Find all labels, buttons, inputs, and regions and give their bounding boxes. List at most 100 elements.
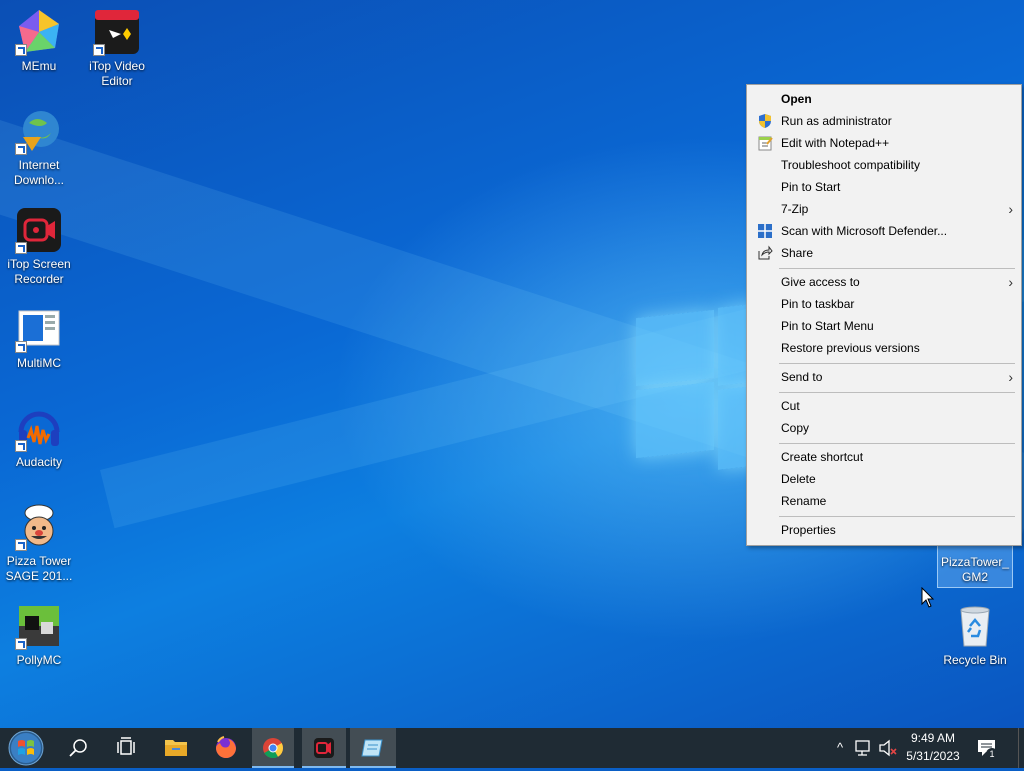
desktop-icon-label: iTop Screen Recorder xyxy=(7,257,71,286)
menu-item-create-shortcut[interactable]: Create shortcut xyxy=(749,446,1019,468)
menu-item-label: Create shortcut xyxy=(781,450,864,464)
menu-item-label: Properties xyxy=(781,523,836,537)
menu-item-restore-previous-versions[interactable]: Restore previous versions xyxy=(749,337,1019,359)
menu-item-label: Rename xyxy=(781,494,827,508)
menu-item-label: Send to xyxy=(781,370,823,384)
menu-item-share[interactable]: Share xyxy=(749,242,1019,264)
submenu-arrow-icon: › xyxy=(1008,369,1013,385)
desktop-icon-itop-video-editor[interactable]: iTop Video Editor xyxy=(82,8,152,89)
menu-item-label: Pin to taskbar xyxy=(781,297,855,311)
windows-start-orb-icon xyxy=(8,730,44,766)
notepad-plus-plus-icon xyxy=(758,136,773,151)
desktop-icon-pizza-tower-sage[interactable]: Pizza Tower SAGE 201... xyxy=(4,503,74,584)
menu-item-troubleshoot-compatibility[interactable]: Troubleshoot compatibility xyxy=(749,154,1019,176)
menu-separator xyxy=(779,363,1015,364)
search-icon xyxy=(69,739,87,757)
taskbar-itop-screen-recorder[interactable] xyxy=(302,728,346,768)
menu-item-send-to[interactable]: Send to › xyxy=(749,366,1019,388)
menu-item-7zip[interactable]: 7-Zip › xyxy=(749,198,1019,220)
menu-item-label: Restore previous versions xyxy=(781,341,920,355)
desktop-icon-audacity[interactable]: Audacity xyxy=(4,404,74,470)
chevron-up-icon: ^ xyxy=(836,740,844,755)
action-center-button[interactable]: 1 xyxy=(972,728,1002,768)
tray-network[interactable] xyxy=(852,728,874,768)
desktop-icon-label: PizzaTower_GM2 xyxy=(940,555,1010,584)
menu-item-edit-with-notepad[interactable]: Edit with Notepad++ xyxy=(749,132,1019,154)
multimc-icon xyxy=(15,305,63,353)
desktop-icon-label: PollyMC xyxy=(16,653,62,667)
pollymc-icon xyxy=(15,602,63,650)
menu-item-label: Pin to Start Menu xyxy=(781,319,874,333)
chrome-icon xyxy=(263,738,284,759)
desktop-icon-label: iTop Video Editor xyxy=(89,59,145,88)
menu-item-label: Cut xyxy=(781,399,800,413)
desktop-icon-label: Audacity xyxy=(15,455,63,469)
taskbar-firefox[interactable] xyxy=(204,728,248,768)
share-icon xyxy=(758,245,773,260)
menu-item-label: Give access to xyxy=(781,275,860,289)
menu-item-rename[interactable]: Rename xyxy=(749,490,1019,512)
taskbar-app[interactable] xyxy=(350,728,396,768)
shield-icon xyxy=(759,114,771,128)
recycle-bin-icon xyxy=(951,602,999,650)
desktop-icon-itop-screen-recorder[interactable]: iTop Screen Recorder xyxy=(4,206,74,287)
taskbar: ^ 9:49 AM 5/31/2023 1 xyxy=(0,728,1024,768)
menu-item-pin-to-start[interactable]: Pin to Start xyxy=(749,176,1019,198)
desktop-icon-pizzatower-gm2-selected[interactable]: PizzaTower_GM2 xyxy=(937,540,1013,588)
menu-item-scan-with-defender[interactable]: Scan with Microsoft Defender... xyxy=(749,220,1019,242)
notification-icon xyxy=(978,740,995,756)
desktop-icon-memu[interactable]: MEmu xyxy=(4,8,74,74)
task-view-button[interactable] xyxy=(104,728,148,768)
context-menu: Open Run as administrator Edit with Note… xyxy=(746,84,1022,546)
menu-separator xyxy=(779,443,1015,444)
start-button[interactable] xyxy=(0,728,52,768)
desktop-icon-label: MultiMC xyxy=(17,356,61,370)
menu-item-pin-to-start-menu[interactable]: Pin to Start Menu xyxy=(749,315,1019,337)
desktop-icon-label: Internet Downlo... xyxy=(13,158,65,187)
menu-item-label: Share xyxy=(781,246,814,260)
menu-item-label: Open xyxy=(781,92,812,106)
menu-item-properties[interactable]: Properties xyxy=(749,519,1019,541)
itop-screen-recorder-icon xyxy=(314,738,334,758)
show-desktop-button[interactable] xyxy=(1018,728,1024,768)
menu-item-give-access-to[interactable]: Give access to › xyxy=(749,271,1019,293)
desktop-icon-label: Recycle Bin xyxy=(943,653,1007,667)
menu-item-label: 7-Zip xyxy=(781,202,809,216)
itop-video-editor-icon xyxy=(93,8,141,56)
desktop-icon-multimc[interactable]: MultiMC xyxy=(4,305,74,371)
desktop-icon-internet-download-manager[interactable]: Internet Downlo... xyxy=(4,107,74,188)
menu-item-pin-to-taskbar[interactable]: Pin to taskbar xyxy=(749,293,1019,315)
search-button[interactable] xyxy=(56,728,100,768)
pizza-chef-icon xyxy=(15,503,63,551)
volume-muted-icon xyxy=(879,739,897,757)
menu-item-delete[interactable]: Delete xyxy=(749,468,1019,490)
taskbar-file-explorer[interactable] xyxy=(154,728,198,768)
taskbar-chrome[interactable] xyxy=(252,728,294,768)
desktop-icon-recycle-bin[interactable]: Recycle Bin xyxy=(940,602,1010,668)
menu-item-label: Pin to Start xyxy=(781,180,841,194)
tray-overflow-button[interactable]: ^ xyxy=(832,728,848,768)
menu-item-label: Scan with Microsoft Defender... xyxy=(781,224,948,238)
network-icon xyxy=(855,740,870,756)
submenu-arrow-icon: › xyxy=(1008,201,1013,217)
tray-volume[interactable] xyxy=(876,728,900,768)
submenu-arrow-icon: › xyxy=(1008,274,1013,290)
audacity-headphones-icon xyxy=(15,404,63,452)
folder-icon xyxy=(165,740,187,756)
clock-date: 5/31/2023 xyxy=(906,749,960,763)
menu-item-run-as-administrator[interactable]: Run as administrator xyxy=(749,110,1019,132)
menu-item-label: Copy xyxy=(781,421,810,435)
firefox-icon xyxy=(216,736,236,758)
menu-item-open[interactable]: Open xyxy=(749,88,1019,110)
menu-item-label: Edit with Notepad++ xyxy=(781,136,890,150)
tray-clock[interactable]: 9:49 AM 5/31/2023 xyxy=(900,728,966,768)
defender-icon xyxy=(758,224,772,238)
clock-time: 9:49 AM xyxy=(910,731,956,745)
menu-item-cut[interactable]: Cut xyxy=(749,395,1019,417)
mouse-cursor-icon xyxy=(921,587,935,608)
desktop-icon-label: MEmu xyxy=(21,59,57,73)
globe-download-icon xyxy=(15,107,63,155)
memu-icon xyxy=(15,8,63,56)
desktop-icon-pollymc[interactable]: PollyMC xyxy=(4,602,74,668)
menu-item-copy[interactable]: Copy xyxy=(749,417,1019,439)
